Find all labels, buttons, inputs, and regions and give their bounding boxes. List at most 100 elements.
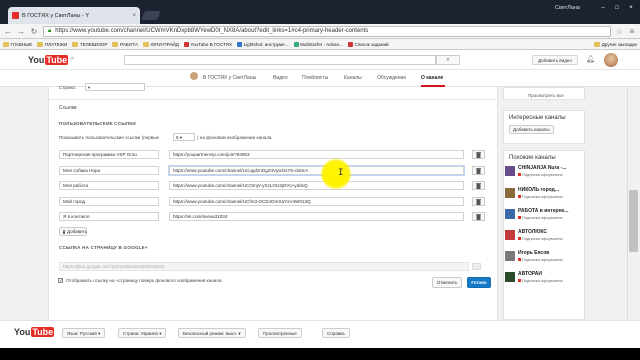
bookmark-item[interactable]: ГЛАВНЫЕ <box>3 41 32 47</box>
link-url-field[interactable]: https://www.youtube.com/channel/UCugdznD… <box>169 166 464 175</box>
tab-videos[interactable]: Видео <box>273 75 288 81</box>
other-bookmarks[interactable]: Другие закладки <box>594 41 637 47</box>
link-url-field[interactable]: https://www.youtube.com/channel/UCOmjV-y… <box>169 181 464 190</box>
channel-name[interactable]: CHINJAHJA Nura -... <box>518 165 584 171</box>
history-button[interactable]: Просмотренные <box>258 328 302 338</box>
avatar[interactable] <box>604 53 618 67</box>
notifications-bell-icon[interactable]: 🔔︎ <box>586 55 595 63</box>
safe-mode-button[interactable]: Безопасный режим: выкл. ▾ <box>178 328 246 338</box>
add-link-button[interactable]: + Добавить <box>59 227 87 236</box>
channel-name[interactable]: Игорь Еясов <box>518 250 584 256</box>
subscribe-icon <box>518 195 521 198</box>
bookmark-item[interactable]: YouTube В ГОСТЯХ <box>183 41 232 47</box>
channel-name[interactable]: В ГОСТЯХ у СветЛаны <box>203 75 256 81</box>
done-button[interactable]: Готово <box>467 277 491 288</box>
country-select[interactable]: ▾ <box>85 83 145 91</box>
similar-channel-item[interactable]: АВТОРАИ Подписка оформлена <box>505 271 585 283</box>
address-bar[interactable]: 🔒︎ https://www.youtube.com/channel/UCWmV… <box>43 25 611 37</box>
bookmark-item[interactable]: Список заданий <box>347 41 389 47</box>
tab-title: В ГОСТЯХ у СветЛаны - Y <box>22 12 90 19</box>
bookmark-item[interactable]: ЮПИ-ПРАЙД <box>143 41 179 47</box>
overlay-checkbox[interactable]: ✓ <box>58 278 63 284</box>
channel-name[interactable]: АВТОРАИ <box>518 271 584 277</box>
link-title-field[interactable]: Партнерская программа VSP Grou <box>59 150 159 159</box>
channel-thumbnail <box>505 230 515 240</box>
bookmark-star-icon[interactable]: ☆ <box>616 27 623 36</box>
bookmark-item[interactable]: ТЕЛЕВИЗОР <box>72 41 107 47</box>
logo-text-you: You <box>14 327 31 337</box>
similar-channel-item[interactable]: CHINJAHJA Nura -... Подписка оформлена <box>505 165 585 177</box>
delete-link-button[interactable] <box>472 212 485 221</box>
bookmark-item[interactable]: Lightshot: инструме... <box>237 41 289 47</box>
search-input[interactable] <box>124 55 436 65</box>
tab-playlists[interactable]: Плейлисты <box>302 75 328 81</box>
similar-channel-item[interactable]: АВТОЛЮКС Подписка оформлена <box>505 229 585 241</box>
subscribed-label: Подписка оформлена <box>522 278 563 283</box>
channel-name[interactable]: НИКОЛЬ город... <box>518 187 584 193</box>
delete-link-button[interactable] <box>472 150 485 159</box>
country-button[interactable]: Страна: Украина ▾ <box>118 328 167 338</box>
safe-mode-label: Безопасный режим: выкл. <box>183 331 238 336</box>
tasks-favicon-icon <box>347 41 353 47</box>
search-icon: ⌕ <box>446 57 450 63</box>
maximize-icon[interactable]: □ <box>610 3 624 13</box>
scrollbar-thumb[interactable] <box>629 190 638 252</box>
help-button[interactable]: Справка <box>322 328 350 338</box>
tab-about[interactable]: О канале <box>421 75 443 81</box>
link-title-field[interactable]: Моя работа <box>59 181 159 190</box>
link-url-field[interactable]: https://vk.com/sveva31034 <box>169 212 464 221</box>
minimize-icon[interactable]: – <box>596 3 610 13</box>
logo-region: UA <box>69 55 75 60</box>
delete-link-button[interactable] <box>472 166 485 175</box>
youtube-logo[interactable]: You Tube UA <box>28 55 74 65</box>
links-count-select[interactable]: 5 ▾ <box>173 133 195 141</box>
language-button[interactable]: Язык: Русский ▾ <box>62 328 106 338</box>
browser-tab[interactable]: В ГОСТЯХ у СветЛаны - Y × <box>8 7 140 24</box>
folder-icon <box>143 41 150 47</box>
history-label: Просмотренные <box>263 331 297 336</box>
reload-icon[interactable]: ↻ <box>30 27 38 36</box>
delete-link-button[interactable] <box>472 197 485 206</box>
link-title-field[interactable]: Я в контакте <box>59 212 159 221</box>
show-links-suffix: ) на фоновом изображении канала <box>197 135 272 140</box>
back-arrow-icon[interactable]: ← <box>4 27 12 36</box>
menu-icon[interactable]: ≡ <box>628 27 636 36</box>
logo-text-tube: Tube <box>45 55 69 65</box>
bookmark-item[interactable]: MultiSurfer - Advan... <box>293 41 343 47</box>
similar-channel-item[interactable]: РАБОТА в интерне... Подписка оформлена <box>505 208 585 220</box>
tab-channels[interactable]: Каналы <box>344 75 362 81</box>
subscribed-label: Подписка оформлена <box>522 236 563 241</box>
link-url-field[interactable]: https://www.youtube.com/channel/UCfm3-OC… <box>169 197 464 206</box>
lightshot-favicon-icon <box>237 41 243 47</box>
link-url-field[interactable]: https://youpartnervsp.com/join?84903 <box>169 150 464 159</box>
window-close-icon[interactable]: × <box>624 3 638 13</box>
footer-youtube-logo[interactable]: You Tube <box>14 327 55 337</box>
channel-thumbnail <box>505 272 515 282</box>
bookmark-item[interactable]: РАБОТА <box>112 41 138 47</box>
delete-link-button[interactable] <box>472 181 485 190</box>
forward-arrow-icon[interactable]: → <box>17 27 25 36</box>
channel-avatar[interactable] <box>190 72 198 80</box>
similar-channels-title: Похожие каналы <box>509 155 556 161</box>
add-channels-button[interactable]: Добавить каналы <box>509 125 554 134</box>
upload-button[interactable]: Добавить видео <box>532 55 578 65</box>
profile-name[interactable]: СветЛана <box>555 5 580 11</box>
channel-name[interactable]: АВТОЛЮКС <box>518 229 584 235</box>
trash-icon <box>476 214 481 220</box>
youtube-favicon-icon <box>12 12 19 19</box>
view-all-link[interactable]: Просмотреть все <box>528 93 564 98</box>
bookmarks-bar: ГЛАВНЫЕ ПЛАТЕЖИ ТЕЛЕВИЗОР РАБОТА ЮПИ-ПРА… <box>0 39 640 50</box>
close-tab-icon[interactable]: × <box>132 13 136 19</box>
link-title-field[interactable]: Моя собака Нора <box>59 166 159 175</box>
cancel-button[interactable]: Отменить <box>432 277 462 288</box>
similar-channel-item[interactable]: Игорь Еясов Подписка оформлена <box>505 250 585 262</box>
search-button[interactable]: ⌕ <box>436 55 460 65</box>
tab-discussion[interactable]: Обсуждение <box>377 75 406 81</box>
link-title-field[interactable]: Мой город <box>59 197 159 206</box>
channel-name[interactable]: РАБОТА в интерне... <box>518 208 584 214</box>
new-tab-button[interactable] <box>141 11 161 20</box>
bookmark-item[interactable]: ПЛАТЕЖИ <box>37 41 67 47</box>
similar-channel-item[interactable]: НИКОЛЬ город... Подписка оформлена <box>505 187 585 199</box>
subscribed-label: Подписка оформлена <box>522 257 563 262</box>
channel-thumbnail <box>505 166 515 176</box>
